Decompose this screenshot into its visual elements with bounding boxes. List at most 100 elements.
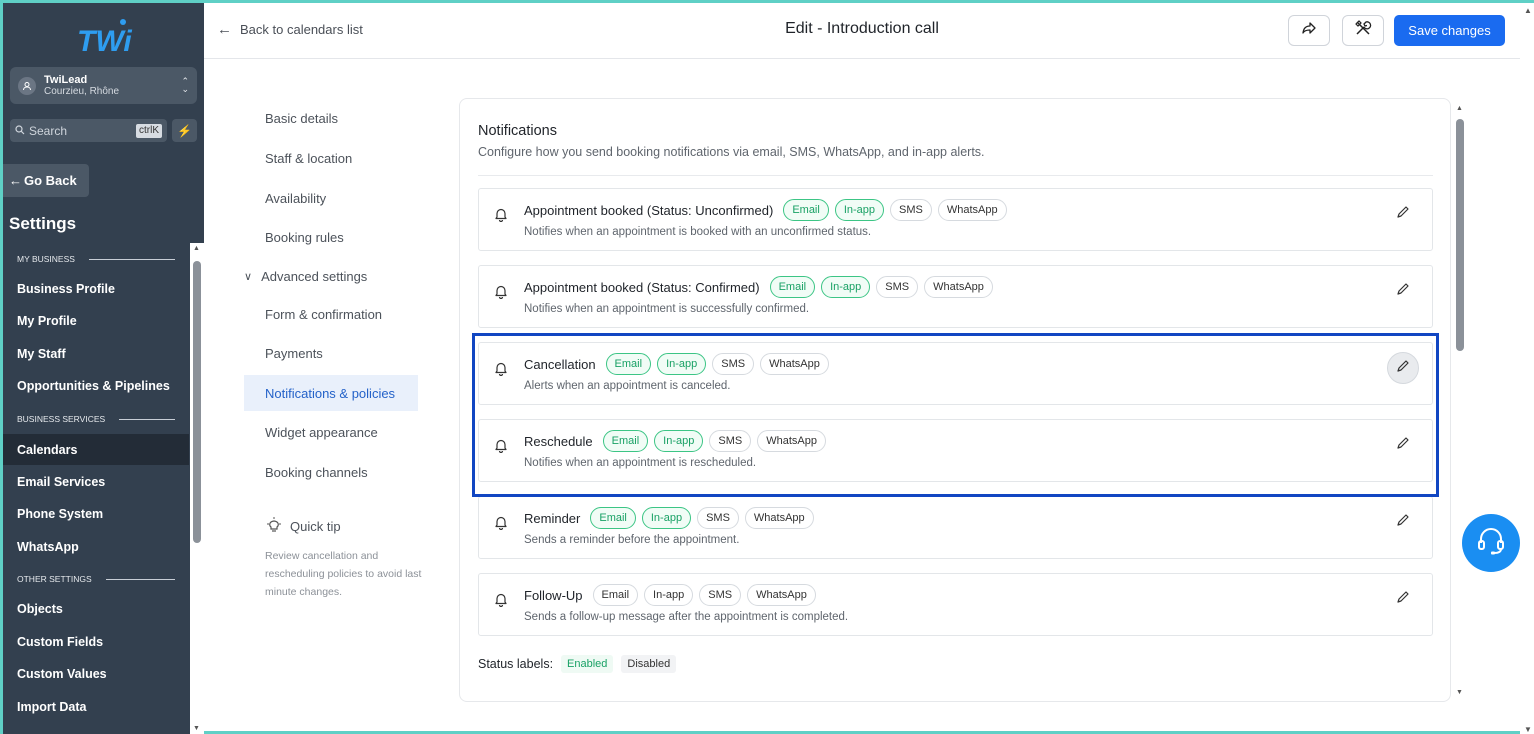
- sidebar-item-import-data[interactable]: Import Data: [3, 691, 189, 722]
- subnav-payments[interactable]: Payments: [244, 335, 418, 371]
- quick-tip-body: Review cancellation and rescheduling pol…: [265, 550, 422, 598]
- user-icon: [18, 76, 36, 95]
- pencil-icon: [1396, 590, 1410, 609]
- subnav-booking-channels[interactable]: Booking channels: [244, 454, 418, 490]
- chevron-down-icon: ∨: [244, 270, 253, 283]
- scrollbar-thumb[interactable]: [193, 261, 201, 543]
- sidebar-item-label: WhatsApp: [17, 539, 79, 554]
- channel-chip-in-app: In-app: [821, 276, 871, 298]
- status-legend-label: Status labels:: [478, 657, 554, 671]
- bell-icon: [494, 284, 508, 304]
- sidebar-item-opportunities[interactable]: Opportunities & Pipelines: [3, 370, 189, 401]
- edit-button[interactable]: [1387, 506, 1419, 538]
- channel-chip-in-app: In-app: [641, 507, 692, 529]
- sidebar-item-label: Phone System: [17, 506, 104, 521]
- channel-chip-email: Email: [769, 276, 816, 298]
- account-name: TwiLead: [44, 73, 88, 86]
- share-arrow-icon: [1301, 20, 1317, 41]
- sidebar-item-label: My Profile: [17, 313, 77, 328]
- subnav-widget-appearance[interactable]: Widget appearance: [244, 414, 418, 450]
- notification-description: Notifies when an appointment is successf…: [524, 303, 810, 315]
- edit-button[interactable]: [1387, 352, 1419, 384]
- sidebar-item-label: Opportunities & Pipelines: [17, 378, 170, 393]
- sidebar-item-my-staff[interactable]: My Staff: [3, 338, 189, 369]
- scroll-down-icon[interactable]: ▼: [1524, 725, 1532, 734]
- sidebar-scrollbar[interactable]: ▲ ▼: [190, 243, 204, 734]
- scroll-up-icon[interactable]: ▲: [1524, 6, 1532, 15]
- channel-chip-in-app: In-app: [644, 584, 694, 606]
- section-label: MY BUSINESS: [17, 254, 75, 264]
- edit-button[interactable]: [1387, 429, 1419, 461]
- section-other-settings: OTHER SETTINGS: [17, 574, 175, 584]
- channel-chip-sms: SMS: [709, 430, 752, 452]
- notification-row: Appointment booked (Status: Confirmed) Em…: [478, 265, 1433, 328]
- pencil-icon: [1396, 359, 1410, 378]
- support-chat-button[interactable]: [1462, 514, 1520, 572]
- sidebar-item-objects[interactable]: Objects: [3, 593, 189, 624]
- edit-button[interactable]: [1387, 198, 1419, 230]
- sidebar-item-calendars[interactable]: Calendars: [3, 434, 189, 465]
- card-scrollbar[interactable]: ▲ ▼: [1453, 103, 1467, 698]
- channel-chip-in-app: In-app: [654, 430, 704, 452]
- bell-icon: [494, 361, 508, 381]
- bell-icon: [494, 438, 508, 458]
- twi-logo[interactable]: TWi: [73, 15, 133, 59]
- pencil-icon: [1396, 205, 1410, 224]
- sidebar: TWi TwiLead Courzieu, Rhône ⌃ ⌄ Search ct…: [3, 3, 204, 734]
- notification-row: Cancellation Email In-app SMS WhatsApp Alerts…: [478, 342, 1433, 405]
- go-back-button[interactable]: ← Go Back: [3, 164, 89, 197]
- sidebar-item-custom-values[interactable]: Custom Values: [3, 658, 189, 689]
- bell-icon: [494, 515, 508, 535]
- subnav-booking-rules[interactable]: Booking rules: [244, 219, 418, 255]
- sidebar-item-my-profile[interactable]: My Profile: [3, 305, 189, 336]
- status-legend: Status labels: Enabled Disabled: [478, 655, 677, 673]
- subnav-notifications-policies[interactable]: Notifications & policies: [244, 375, 418, 411]
- scroll-up-icon[interactable]: ▲: [1456, 105, 1463, 112]
- save-changes-button[interactable]: Save changes: [1394, 15, 1505, 46]
- lightbulb-icon: [265, 516, 283, 537]
- lightning-icon: ⚡: [177, 123, 192, 138]
- subnav-advanced-settings[interactable]: ∨ Advanced settings: [244, 258, 418, 294]
- search-shortcut: ctrlK: [136, 124, 162, 138]
- sidebar-item-label: Custom Fields: [17, 634, 104, 649]
- edit-button[interactable]: [1387, 275, 1419, 307]
- share-button[interactable]: [1288, 15, 1330, 46]
- subnav-availability[interactable]: Availability: [244, 180, 418, 216]
- section-business-services: BUSINESS SERVICES: [17, 414, 175, 424]
- advanced-settings-label: Advanced settings: [261, 268, 368, 284]
- channel-chip-sms: SMS: [697, 507, 739, 529]
- account-location: Courzieu, Rhône: [44, 85, 120, 97]
- search-icon: [15, 124, 25, 138]
- quick-action-button[interactable]: ⚡: [172, 119, 197, 142]
- channel-chip-sms: SMS: [876, 276, 919, 298]
- sidebar-item-business-profile[interactable]: Business Profile: [3, 273, 189, 304]
- notification-description: Notifies when an appointment is reschedu…: [524, 457, 757, 469]
- scroll-up-icon[interactable]: ▲: [193, 245, 200, 252]
- page-scrollbar[interactable]: ▲ ▼: [1520, 3, 1534, 734]
- go-back-label: Go Back: [24, 173, 77, 188]
- scroll-down-icon[interactable]: ▼: [1456, 689, 1463, 696]
- sidebar-item-label: Business Profile: [17, 281, 115, 296]
- sidebar-item-label: Calendars: [17, 442, 78, 457]
- sidebar-item-email-services[interactable]: Email Services: [3, 466, 189, 497]
- sidebar-item-label: Import Data: [17, 699, 87, 714]
- account-switcher[interactable]: TwiLead Courzieu, Rhône ⌃ ⌄: [10, 67, 197, 104]
- scroll-down-icon[interactable]: ▼: [193, 725, 200, 732]
- quick-tip: Quick tip Review cancellation and resche…: [265, 516, 425, 601]
- notification-description: Sends a follow-up message after the appo…: [524, 611, 849, 623]
- channel-chip-email: Email: [605, 353, 652, 375]
- subnav-form-confirmation[interactable]: Form & confirmation: [244, 296, 418, 332]
- sidebar-item-phone-system[interactable]: Phone System: [3, 498, 189, 529]
- channel-chip-email: Email: [590, 507, 636, 529]
- sidebar-item-custom-fields[interactable]: Custom Fields: [3, 626, 189, 657]
- tools-button[interactable]: [1342, 15, 1384, 46]
- notification-title: Appointment booked (Status: Confirmed): [524, 279, 760, 295]
- subnav-staff-location[interactable]: Staff & location: [244, 140, 418, 176]
- edit-button[interactable]: [1387, 583, 1419, 615]
- scrollbar-thumb[interactable]: [1456, 119, 1464, 351]
- subnav-basic-details[interactable]: Basic details: [244, 100, 418, 136]
- sidebar-item-whatsapp[interactable]: WhatsApp: [3, 531, 189, 562]
- channel-chip-whatsapp: WhatsApp: [757, 430, 826, 452]
- search-input[interactable]: Search ctrlK: [10, 119, 167, 142]
- notification-title: Appointment booked (Status: Unconfirmed): [524, 202, 774, 218]
